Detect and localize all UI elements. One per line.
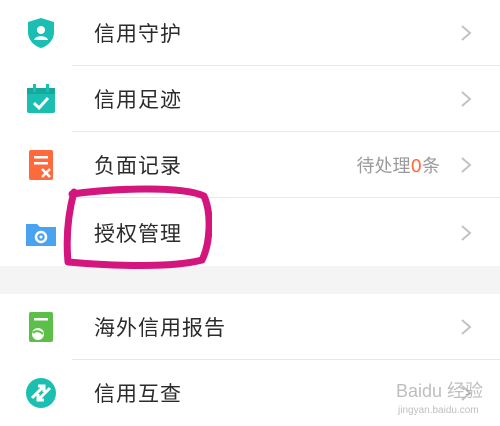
pending-count: 0: [410, 156, 422, 177]
folder-gear-icon: [26, 224, 56, 246]
section-gap: [0, 266, 500, 294]
menu-item-label: 海外信用报告: [94, 316, 226, 340]
chevron-right-icon: [461, 157, 472, 173]
report-globe-icon: [29, 312, 53, 342]
document-x-icon: [29, 150, 53, 180]
menu-item-label: 负面记录: [94, 154, 182, 178]
menu-item-label: 信用守护: [94, 22, 182, 46]
chevron-right-icon: [461, 25, 472, 41]
calendar-check-icon: [27, 84, 55, 113]
swap-circle-icon: [26, 378, 56, 408]
menu-item-label: 授权管理: [94, 222, 182, 246]
chevron-right-icon: [461, 385, 472, 401]
menu-group-more: 海外信用报告 信用互查: [0, 294, 500, 423]
menu-item-label: 信用互查: [94, 382, 182, 406]
chevron-right-icon: [461, 225, 472, 241]
menu-item-overseas-credit-report[interactable]: 海外信用报告: [0, 294, 500, 360]
chevron-right-icon: [461, 319, 472, 335]
menu-group-credit: 信用守护 信用足迹 负面记录 待处理0条 授权管理: [0, 0, 500, 266]
menu-item-authorization-management[interactable]: 授权管理: [0, 200, 500, 266]
shield-user-icon: [28, 18, 54, 48]
menu-item-credit-footprint[interactable]: 信用足迹: [0, 66, 500, 132]
chevron-right-icon: [461, 91, 472, 107]
pending-status: 待处理0条: [356, 156, 440, 177]
menu-item-mutual-credit-check[interactable]: 信用互查: [0, 360, 500, 426]
menu-item-negative-records[interactable]: 负面记录 待处理0条: [0, 132, 500, 198]
divider: [72, 197, 500, 198]
menu-item-label: 信用足迹: [94, 88, 182, 112]
menu-item-credit-guard[interactable]: 信用守护: [0, 0, 500, 66]
